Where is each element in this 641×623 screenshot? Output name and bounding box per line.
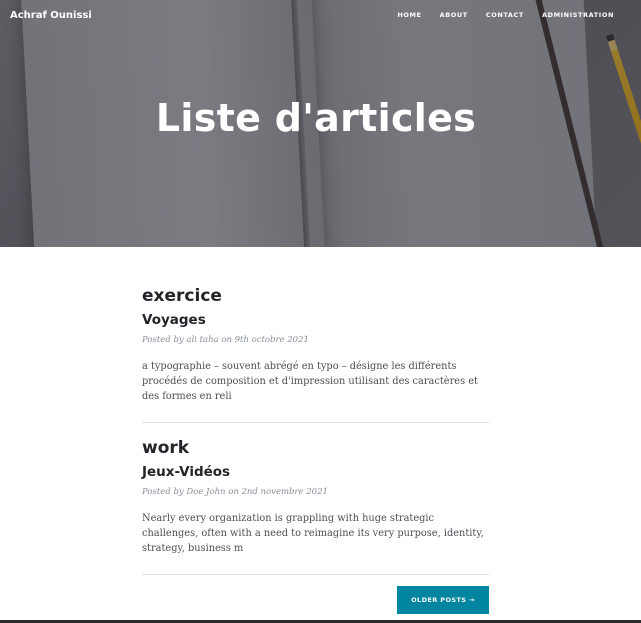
nav-link-home[interactable]: HOME [397,11,421,19]
hero-header: Achraf Ounissi HOME ABOUT CONTACT ADMINI… [0,0,641,247]
nav-link-contact[interactable]: CONTACT [486,11,524,19]
post-title[interactable]: exercice [142,285,489,307]
post-preview[interactable]: exercice Voyages Posted by ali taha on 9… [142,285,489,404]
post-meta: Posted by Doe John on 2nd novembre 2021 [142,487,328,497]
nav-links: HOME ABOUT CONTACT ADMINISTRATION [397,11,614,19]
nav-link-about[interactable]: ABOUT [440,11,468,19]
post-preview[interactable]: work Jeux-Vidéos Posted by Doe John on 2… [142,437,489,556]
brand-link[interactable]: Achraf Ounissi [10,10,92,21]
post-divider [142,422,489,423]
post-excerpt: Nearly every organization is grappling w… [142,513,484,554]
post-meta: Posted by ali taha on 9th octobre 2021 [142,335,309,345]
older-posts-button[interactable]: OLDER POSTS → [397,586,489,614]
post-divider [142,574,489,575]
page-title: Liste d'articles [155,96,477,140]
post-subtitle[interactable]: Voyages [142,311,489,329]
nav-link-administration[interactable]: ADMINISTRATION [542,11,614,19]
post-subtitle[interactable]: Jeux-Vidéos [142,463,489,481]
post-excerpt: a typographie – souvent abrégé en typo –… [142,361,478,402]
main-navbar: Achraf Ounissi HOME ABOUT CONTACT ADMINI… [0,0,641,30]
post-title[interactable]: work [142,437,489,459]
